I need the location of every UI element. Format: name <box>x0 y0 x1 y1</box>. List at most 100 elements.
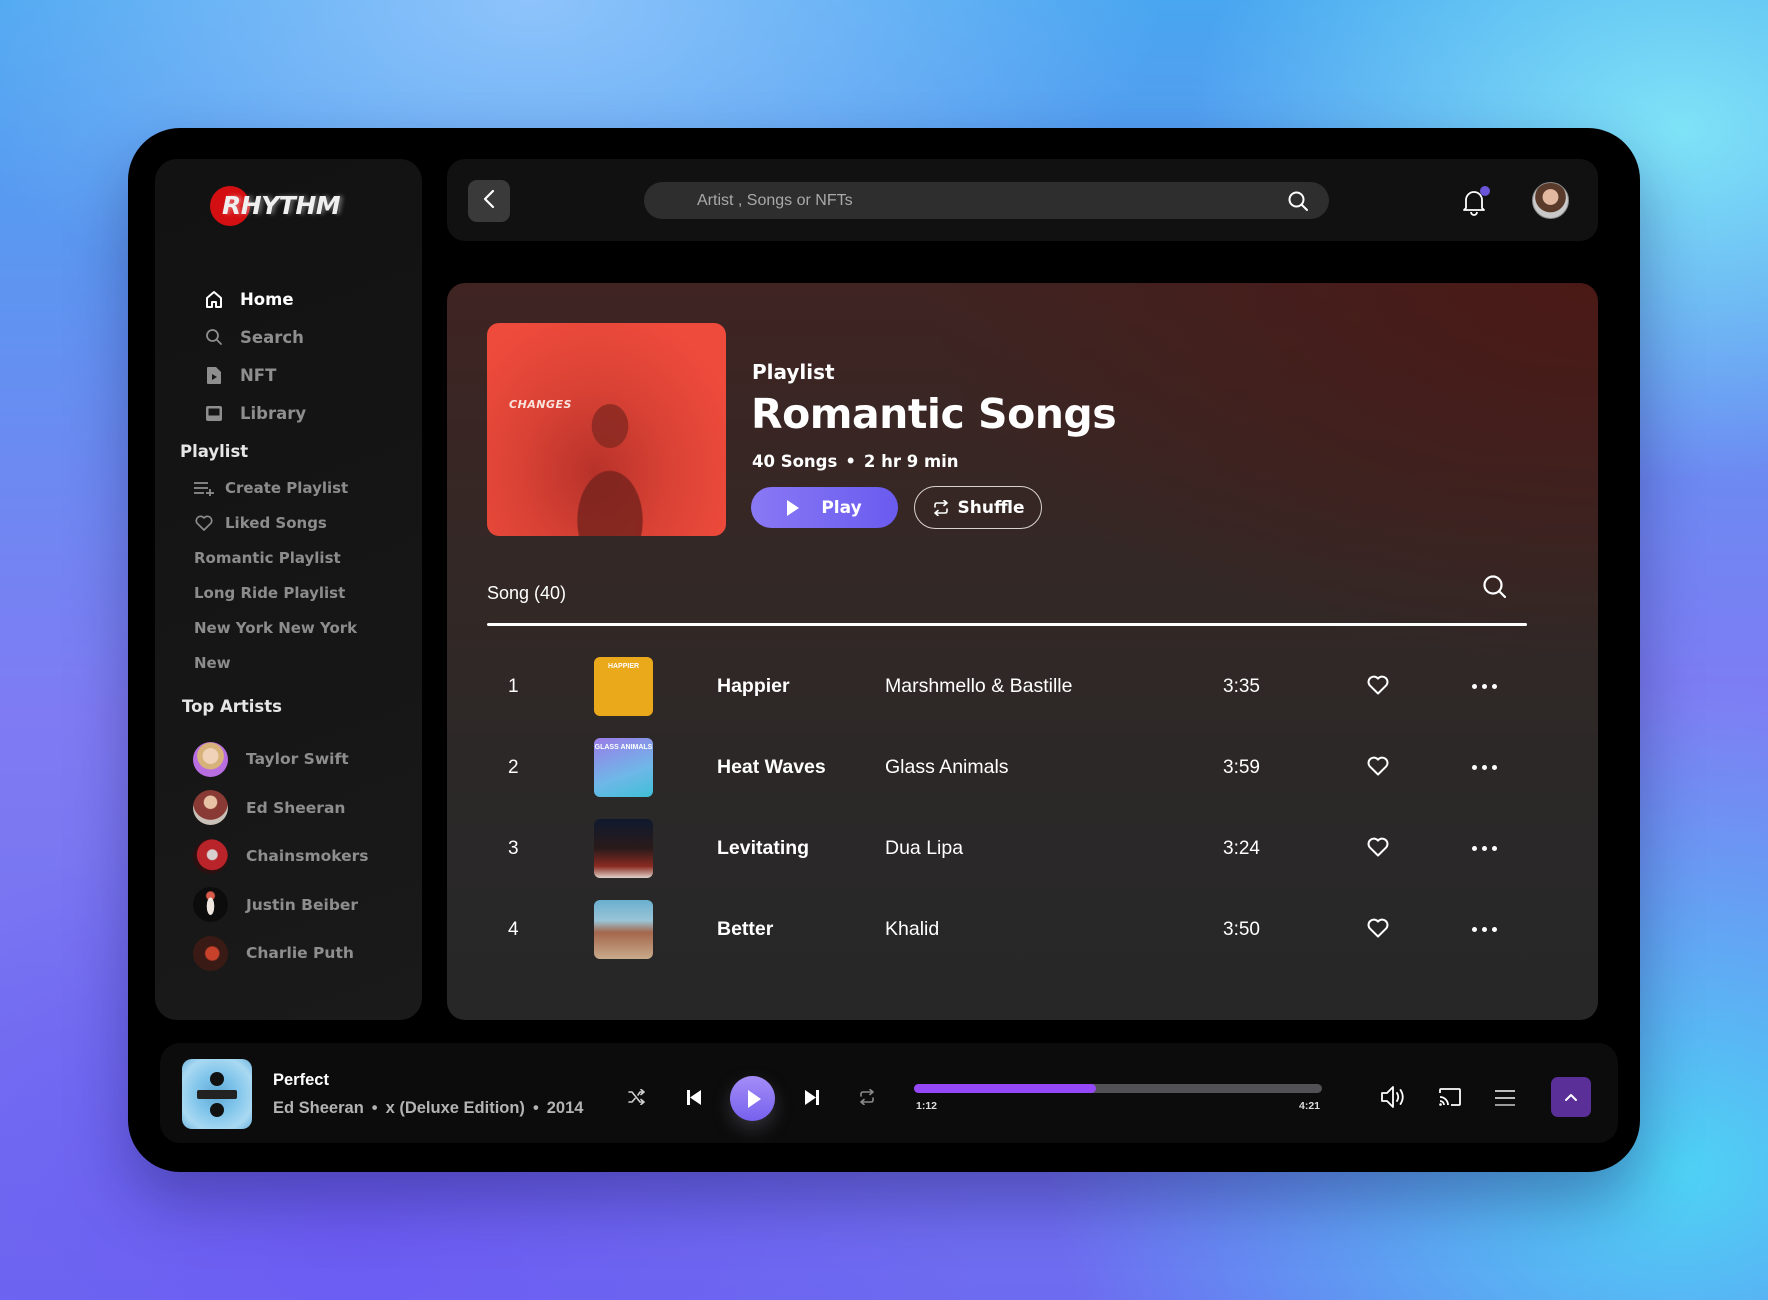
artist-item[interactable]: Taylor Swift <box>193 735 413 784</box>
menu-icon <box>1495 1090 1515 1106</box>
play-button[interactable]: Play <box>751 487 898 528</box>
song-artist: Khalid <box>885 918 940 940</box>
artist-item[interactable]: Justin Beiber <box>193 881 413 930</box>
play-pause-button[interactable] <box>730 1076 775 1121</box>
more-options-button[interactable] <box>1472 684 1497 689</box>
expand-player-button[interactable] <box>1551 1077 1591 1117</box>
more-options-button[interactable] <box>1472 927 1497 932</box>
playlist-item-label: New <box>194 653 231 672</box>
more-options-button[interactable] <box>1472 765 1497 770</box>
shuffle-toggle[interactable] <box>628 1089 646 1105</box>
playlist-item-new-york[interactable]: New York New York <box>194 610 414 645</box>
artist-item[interactable]: Chainsmokers <box>193 832 413 881</box>
bell-icon <box>1462 191 1486 220</box>
song-artist: Marshmello & Bastille <box>885 675 1073 697</box>
like-button[interactable] <box>1367 918 1389 943</box>
liked-songs-item[interactable]: Liked Songs <box>194 505 414 540</box>
dot <box>1492 684 1497 689</box>
more-options-button[interactable] <box>1472 846 1497 851</box>
sidebar-item-search[interactable]: Search <box>204 318 404 356</box>
play-button-label: Play <box>821 497 862 518</box>
dot <box>1492 765 1497 770</box>
volume-icon <box>1381 1086 1404 1108</box>
song-title: Heat Waves <box>717 756 826 778</box>
song-number: 2 <box>508 756 519 778</box>
song-number: 4 <box>508 918 519 940</box>
play-icon <box>748 1089 761 1108</box>
song-number: 1 <box>508 675 519 697</box>
shuffle-button[interactable]: Shuffle <box>914 486 1042 529</box>
dot <box>1482 846 1487 851</box>
search-icon <box>1482 575 1508 604</box>
skip-previous-icon <box>687 1090 701 1105</box>
song-row[interactable]: 1 HAPPIER Happier Marshmello & Bastille … <box>487 646 1527 727</box>
play-icon <box>787 499 800 516</box>
chevron-up-icon <box>1565 1093 1577 1101</box>
artwork-text: HAPPIER <box>607 663 640 670</box>
artist-name: Ed Sheeran <box>246 798 346 817</box>
next-button[interactable] <box>804 1089 820 1106</box>
song-artwork <box>594 819 653 878</box>
song-search-button[interactable] <box>1482 574 1508 604</box>
playlist-add-icon <box>194 478 214 498</box>
queue-button[interactable] <box>1494 1089 1516 1107</box>
heart-icon <box>1367 756 1389 776</box>
dot <box>1492 846 1497 851</box>
song-row[interactable]: 4 Better Khalid 3:50 <box>487 889 1527 970</box>
song-row[interactable]: 3 Levitating Dua Lipa 3:24 <box>487 808 1527 889</box>
playlist-item-long-ride[interactable]: Long Ride Playlist <box>194 575 414 610</box>
sidebar-item-label: Home <box>240 289 294 309</box>
playlist-item-label: Create Playlist <box>225 478 349 497</box>
sidebar-nav: Home Search NFT Library <box>204 280 404 432</box>
song-artwork: GLASS ANIMALS <box>594 738 653 797</box>
search-input[interactable] <box>697 191 1257 210</box>
like-button[interactable] <box>1367 675 1389 700</box>
artwork-dot <box>210 1103 224 1117</box>
artist-name: Taylor Swift <box>246 750 349 769</box>
artist-avatar <box>193 790 228 826</box>
cast-icon <box>1439 1088 1461 1106</box>
previous-button[interactable] <box>686 1089 702 1106</box>
like-button[interactable] <box>1367 756 1389 781</box>
sidebar-item-label: Library <box>240 403 307 423</box>
search-icon <box>204 327 224 347</box>
playlist-item-label: Long Ride Playlist <box>194 583 346 602</box>
dot <box>1492 927 1497 932</box>
song-row[interactable]: 2 GLASS ANIMALS Heat Waves Glass Animals… <box>487 727 1527 808</box>
sidebar-item-nft[interactable]: NFT <box>204 356 404 394</box>
playlist-item-romantic[interactable]: Romantic Playlist <box>194 540 414 575</box>
repeat-button[interactable] <box>858 1089 876 1105</box>
artist-name: Charlie Puth <box>246 944 354 963</box>
user-avatar[interactable] <box>1532 182 1569 219</box>
dot <box>1482 765 1487 770</box>
back-button[interactable] <box>468 180 510 222</box>
like-button[interactable] <box>1367 837 1389 862</box>
artist-item[interactable]: Ed Sheeran <box>193 784 413 833</box>
heart-icon <box>1367 918 1389 938</box>
total-time: 4:21 <box>1299 1100 1321 1112</box>
artist-item[interactable]: Charlie Puth <box>193 929 413 978</box>
song-list: 1 HAPPIER Happier Marshmello & Bastille … <box>487 646 1527 970</box>
progress-fill <box>914 1084 1096 1093</box>
song-duration: 3:24 <box>1223 837 1260 859</box>
search-icon[interactable] <box>1287 190 1309 216</box>
shuffle-button-label: Shuffle <box>957 497 1025 518</box>
app-logo[interactable]: RHYTHM <box>210 186 350 228</box>
top-artists-list: Taylor Swift Ed Sheeran Chainsmokers Jus… <box>193 735 413 978</box>
playlist-item-new[interactable]: New <box>194 645 414 680</box>
sidebar-item-library[interactable]: Library <box>204 394 404 432</box>
artist-avatar <box>193 838 228 874</box>
cast-button[interactable] <box>1438 1087 1462 1107</box>
dot <box>1482 684 1487 689</box>
nft-file-icon <box>204 365 224 385</box>
create-playlist-item[interactable]: Create Playlist <box>194 470 414 505</box>
progress-slider[interactable] <box>914 1084 1322 1093</box>
artist-name: Justin Beiber <box>246 895 359 914</box>
now-playing-artwork[interactable] <box>182 1059 252 1129</box>
artwork-text: GLASS ANIMALS <box>594 744 653 751</box>
sidebar-item-home[interactable]: Home <box>204 280 404 318</box>
home-icon <box>204 289 224 309</box>
volume-button[interactable] <box>1380 1085 1406 1109</box>
notifications-button[interactable] <box>1462 186 1490 216</box>
library-icon <box>204 403 224 423</box>
